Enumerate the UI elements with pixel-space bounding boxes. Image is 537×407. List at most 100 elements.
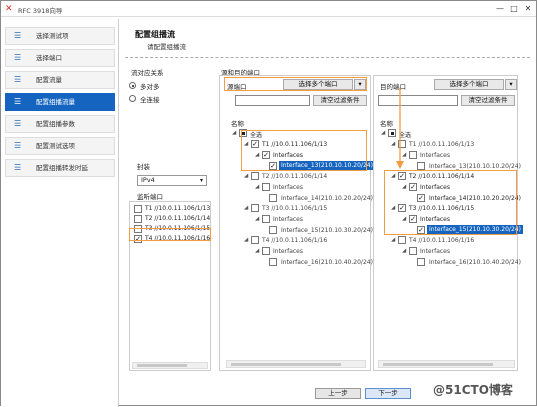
dst-port-t4-label: T4 //10.0.11.106/1/16	[409, 237, 475, 244]
src-ifaces-t4-checkbox[interactable]	[262, 247, 270, 255]
wizard-steps-sidebar: ☰ 选择测试项 ☰ 选择端口 ☰ 配置流量 ☰ 配置组播流量 ☰ 配置组播参数 ☰ 配置测试…	[1, 19, 119, 407]
step-config-multicast-traffic[interactable]: ☰ 配置组播流量	[5, 93, 115, 111]
dst-select-multiple-ports-button[interactable]: 选择多个端口	[434, 79, 504, 90]
maximize-button[interactable]: □	[508, 3, 520, 14]
dst-iface-16-label[interactable]: Interface_16(210.10.40.20/24)	[429, 259, 521, 266]
collapse-arrow-icon[interactable]: ◢	[391, 141, 395, 147]
collapse-arrow-icon[interactable]: ◢	[402, 248, 406, 254]
port-checkbox-t1[interactable]	[134, 205, 142, 213]
collapse-arrow-icon[interactable]: ◢	[255, 216, 259, 222]
src-iface-16-checkbox[interactable]	[269, 258, 277, 266]
src-horizontal-scrollbar[interactable]	[226, 360, 366, 368]
collapse-arrow-icon[interactable]: ◢	[255, 248, 259, 254]
src-iface-14-checkbox[interactable]	[269, 194, 277, 202]
src-ifaces-t4-label: Interfaces	[273, 248, 303, 255]
dst-ifaces-t4-checkbox[interactable]	[409, 247, 417, 255]
list-icon: ☰	[14, 141, 22, 150]
step-config-multicast-params[interactable]: ☰ 配置组播参数	[5, 115, 115, 133]
radio-full-mesh-label: 全连接	[140, 96, 160, 104]
dst-select-all-checkbox[interactable]	[388, 129, 396, 137]
src-port-t4-label: T4 //10.0.11.106/1/16	[262, 237, 328, 244]
src-port-t2-label: T2 //10.0.11.106/1/14	[262, 173, 328, 180]
dst-filter-input[interactable]	[378, 95, 458, 106]
close-button[interactable]: ✕	[522, 3, 534, 14]
collapse-arrow-icon[interactable]: ◢	[244, 205, 248, 211]
step-config-test-options[interactable]: ☰ 配置测试选项	[5, 137, 115, 155]
dst-iface-13-label[interactable]: Interface_13(210.10.10.20/24)	[429, 163, 521, 170]
dst-port-label: 目的端口	[380, 83, 406, 91]
chevron-down-icon: ▾	[199, 177, 203, 184]
mode-label: 流对应关系	[131, 69, 164, 77]
page-header: 配置组播流 请配置组播流	[121, 19, 536, 57]
src-port-t2-checkbox[interactable]	[251, 172, 259, 180]
src-iface-15-label[interactable]: Interface_15(210.10.30.20/24)	[281, 227, 373, 234]
list-icon: ☰	[14, 75, 22, 84]
page-subtitle: 请配置组播流	[147, 43, 186, 51]
src-port-t4-checkbox[interactable]	[251, 236, 259, 244]
dst-select-all-label: 全选	[399, 132, 412, 139]
list-icon: ☰	[14, 53, 22, 62]
horizontal-scrollbar[interactable]	[132, 362, 208, 369]
src-filter-input[interactable]	[235, 95, 310, 106]
monitor-ports-label: 监听端口	[137, 193, 163, 201]
highlight-box-dst-ifaces	[384, 170, 517, 235]
next-button[interactable]: 下一步	[365, 388, 411, 399]
title-bar: ✕ RFC 3918向导 — □ ✕	[1, 1, 536, 17]
collapse-arrow-icon[interactable]: ◢	[232, 130, 236, 136]
src-iface-14-label[interactable]: Interface_14(210.10.20.20/24)	[281, 195, 373, 202]
header-divider	[125, 57, 530, 58]
port-label-t1: T1 //10.0.11.106/1/13	[145, 205, 211, 212]
radio-many-to-many-label: 多对多	[140, 83, 160, 91]
port-checkbox-t2[interactable]	[134, 215, 142, 223]
highlight-box-t4	[129, 228, 211, 241]
src-clear-filter-button[interactable]: 清空过滤条件	[313, 95, 367, 106]
dst-clear-filter-button[interactable]: 清空过滤条件	[461, 95, 515, 106]
highlight-box-src-header	[224, 77, 367, 91]
dst-iface-16-checkbox[interactable]	[417, 258, 425, 266]
radio-many-to-many[interactable]	[129, 82, 136, 89]
step-select-ports[interactable]: ☰ 选择端口	[5, 49, 115, 67]
collapse-arrow-icon[interactable]: ◢	[255, 184, 259, 190]
list-icon: ☰	[14, 119, 22, 128]
highlight-box-src-iface	[241, 130, 367, 171]
collapse-arrow-icon[interactable]: ◢	[391, 237, 395, 243]
stream-settings-panel: 流对应关系 多对多 全连接 封装 IPv4 ▾ 监听端口 T1 //10.0.11…	[125, 67, 211, 371]
dst-port-dropdown-button[interactable]: ▾	[505, 79, 517, 90]
src-ifaces-t3-label: Interfaces	[273, 216, 303, 223]
page-title: 配置组播流	[135, 30, 175, 39]
step-config-traffic[interactable]: ☰ 配置流量	[5, 71, 115, 89]
dst-ifaces-t1-label: Interfaces	[420, 152, 450, 159]
protocol-label: 封装	[137, 163, 150, 171]
src-iface-15-checkbox[interactable]	[269, 226, 277, 234]
src-port-t3-label: T3 //10.0.11.106/1/15	[262, 205, 328, 212]
dst-ifaces-t4-label: Interfaces	[420, 248, 450, 255]
list-icon: ☰	[14, 163, 22, 172]
dst-port-t1-label: T1 //10.0.11.106/1/13	[409, 141, 475, 148]
dst-port-t4-checkbox[interactable]	[398, 236, 406, 244]
dst-port-t1-checkbox[interactable]	[398, 140, 406, 148]
window-title: RFC 3918向导	[18, 7, 63, 15]
list-icon: ☰	[14, 31, 22, 40]
collapse-arrow-icon[interactable]: ◢	[244, 173, 248, 179]
collapse-arrow-icon[interactable]: ◢	[402, 152, 406, 158]
dst-name-column-header: 名称	[380, 120, 393, 128]
src-ifaces-t3-checkbox[interactable]	[262, 215, 270, 223]
source-port-panel: 源端口 选择多个端口 ▾ 清空过滤条件 名称 ◢ 全选 ◢ ✓ T1 //10.…	[219, 75, 375, 371]
protocol-select[interactable]: IPv4 ▾	[137, 175, 207, 186]
previous-button[interactable]: 上一步	[315, 388, 361, 399]
step-select-test[interactable]: ☰ 选择测试项	[5, 27, 115, 45]
dst-ifaces-t1-checkbox[interactable]	[409, 151, 417, 159]
wizard-window: ✕ RFC 3918向导 — □ ✕ ☰ 选择测试项 ☰ 选择端口 ☰ 配置流量 ☰ 配…	[0, 0, 537, 407]
collapse-arrow-icon[interactable]: ◢	[244, 237, 248, 243]
port-label-t2: T2 //10.0.11.106/1/14	[145, 215, 211, 222]
radio-full-mesh[interactable]	[129, 95, 136, 102]
minimize-button[interactable]: —	[494, 3, 506, 14]
dst-iface-13-checkbox[interactable]	[417, 162, 425, 170]
step-config-forwarding-latency[interactable]: ☰ 配置组播转发时延	[5, 159, 115, 177]
src-ifaces-t2-checkbox[interactable]	[262, 183, 270, 191]
src-iface-16-label[interactable]: Interface_16(210.10.40.20/24)	[281, 259, 373, 266]
app-logo-icon: ✕	[5, 4, 13, 14]
dst-horizontal-scrollbar[interactable]	[378, 360, 515, 368]
src-port-t3-checkbox[interactable]	[251, 204, 259, 212]
collapse-arrow-icon[interactable]: ◢	[381, 130, 385, 136]
